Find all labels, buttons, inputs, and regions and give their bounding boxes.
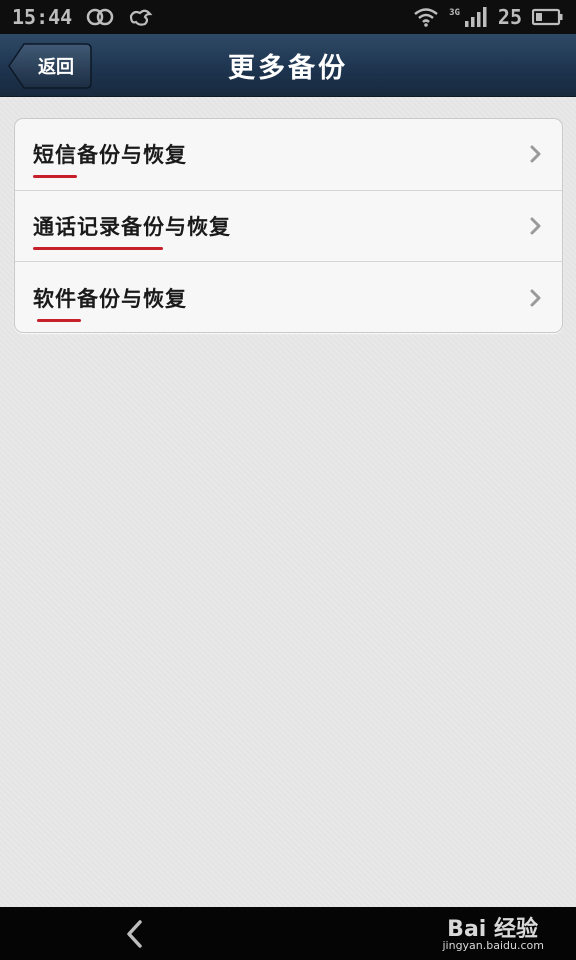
chevron-right-icon	[530, 289, 541, 307]
content-area: 短信备份与恢复 通话记录备份与恢复 软件备份与恢复	[0, 97, 576, 907]
sms-backup-label: 短信备份与恢复	[33, 143, 187, 168]
backup-options-list: 短信备份与恢复 通话记录备份与恢复 软件备份与恢复	[14, 118, 563, 333]
chevron-right-icon	[530, 145, 541, 163]
watermark: Bai 经验 jingyan.baidu.com	[408, 909, 568, 959]
link-icon	[86, 8, 114, 26]
app-backup-label: 软件备份与恢复	[33, 286, 187, 311]
bottom-nav-bar: Bai 经验 jingyan.baidu.com	[0, 907, 576, 960]
annotation-underline	[33, 246, 163, 250]
list-item-label: 通话记录备份与恢复	[33, 211, 231, 250]
list-item-label: 短信备份与恢复	[33, 139, 187, 179]
status-right: 3G 25	[413, 5, 564, 29]
network-type: 3G	[449, 8, 460, 18]
signal-icon	[464, 7, 488, 27]
call-log-backup-label: 通话记录备份与恢复	[33, 214, 231, 239]
list-item-call-log-backup[interactable]: 通话记录备份与恢复	[15, 191, 562, 262]
back-arrow-icon[interactable]	[120, 917, 150, 951]
status-time: 15:44	[12, 5, 73, 29]
list-item-label: 软件备份与恢复	[33, 283, 187, 322]
annotation-underline	[33, 175, 77, 179]
list-item-sms-backup[interactable]: 短信备份与恢复	[15, 119, 562, 191]
status-left: 15:44	[12, 5, 154, 29]
cloud-icon	[128, 8, 154, 26]
battery-icon	[532, 8, 564, 26]
nav-bar: 返回 更多备份	[0, 34, 576, 97]
list-item-app-backup[interactable]: 软件备份与恢复	[15, 262, 562, 332]
annotation-underline	[37, 318, 81, 322]
chevron-right-icon	[530, 217, 541, 235]
battery-level: 25	[497, 5, 522, 29]
back-button[interactable]: 返回	[8, 43, 92, 89]
wifi-icon	[413, 7, 439, 27]
status-bar: 15:44 3G 25	[0, 0, 576, 34]
watermark-url: jingyan.baidu.com	[442, 939, 544, 952]
